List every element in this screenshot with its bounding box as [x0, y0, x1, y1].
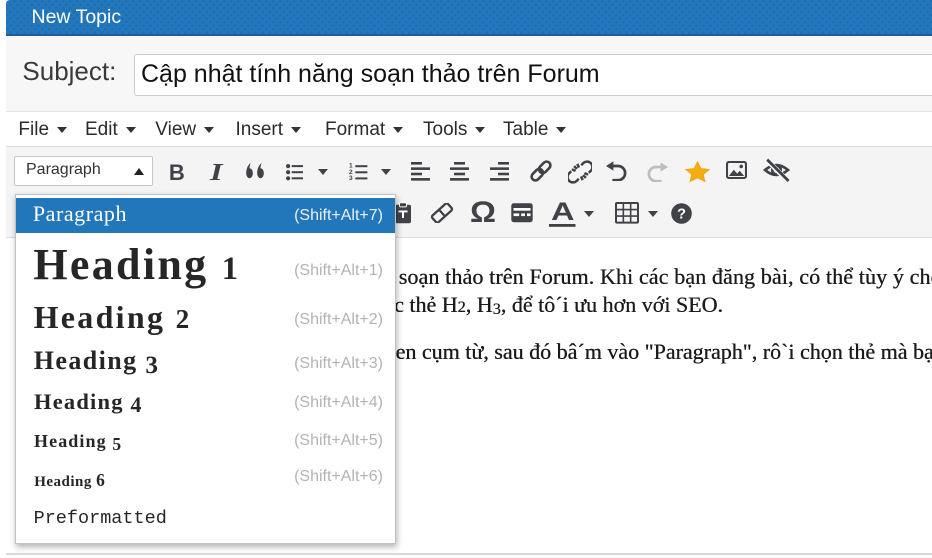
svg-text:3: 3 — [349, 175, 353, 181]
svg-text:?: ? — [677, 207, 686, 223]
